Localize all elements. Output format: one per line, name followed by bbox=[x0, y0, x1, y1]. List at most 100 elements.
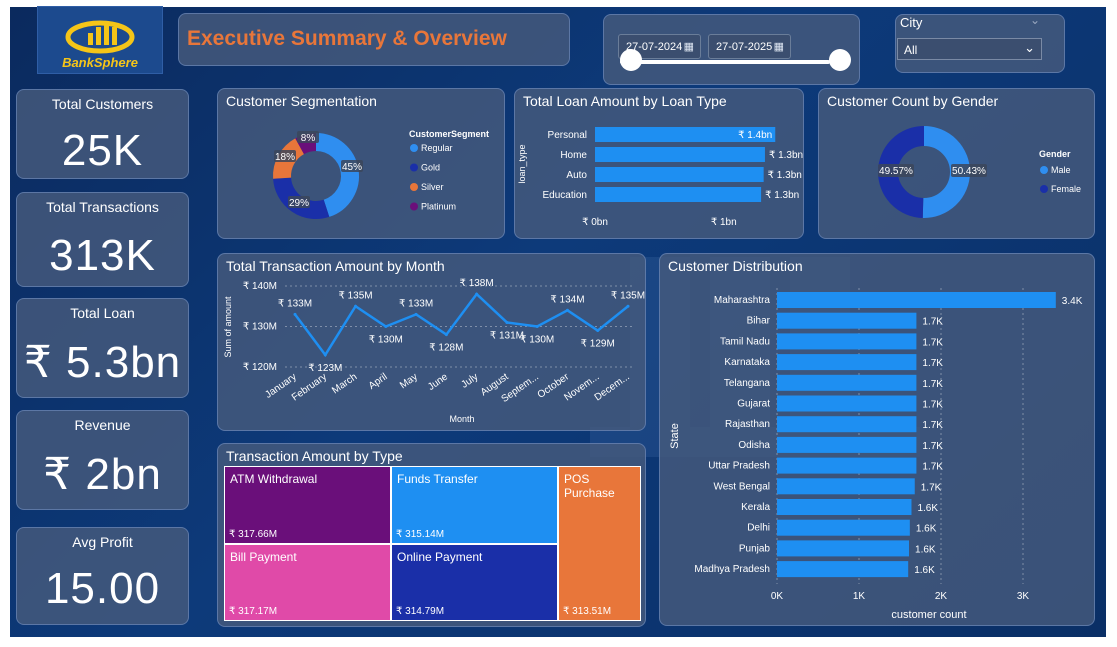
legend-entry: Female bbox=[1051, 184, 1081, 194]
gender-donut-chart: 50.43% 49.57% Gender Male Female bbox=[878, 126, 1081, 218]
treemap-cell[interactable]: ATM Withdrawal ₹ 317.66M bbox=[224, 466, 391, 544]
date-slider-start-handle[interactable] bbox=[620, 49, 642, 71]
data-label: ₹ 1.3bn bbox=[765, 190, 799, 201]
bar bbox=[777, 561, 909, 578]
kpi-total-customers: Total Customers 25K bbox=[16, 89, 189, 179]
bar bbox=[777, 478, 915, 495]
city-label: City bbox=[900, 15, 923, 30]
category-label: West Bengal bbox=[713, 481, 770, 492]
data-label: ₹ 123M bbox=[308, 363, 342, 374]
data-label: 50.43% bbox=[952, 166, 986, 177]
kpi-title: Revenue bbox=[74, 417, 131, 433]
data-point bbox=[293, 312, 297, 316]
category-label: Delhi bbox=[747, 523, 770, 534]
data-label: ₹ 135M bbox=[611, 290, 645, 301]
data-point bbox=[626, 304, 630, 308]
data-label: ₹ 1.3bn bbox=[768, 170, 802, 181]
bar bbox=[777, 333, 917, 350]
date-slider-end-handle[interactable] bbox=[829, 49, 851, 71]
city-dropdown[interactable]: All ⌄ bbox=[897, 38, 1042, 60]
data-label: 1.7K bbox=[922, 420, 943, 431]
bar bbox=[595, 167, 764, 182]
calendar-icon[interactable]: ▦ bbox=[774, 40, 784, 53]
data-label: 49.57% bbox=[879, 166, 913, 177]
customer-segmentation-card: Customer Segmentation 45% 29% 18% 8% Custome… bbox=[217, 88, 505, 239]
data-label: 45% bbox=[342, 162, 362, 173]
treemap-cell[interactable]: POS Purchase ₹ 313.51M bbox=[558, 466, 641, 621]
kpi-value: ₹ 5.3bn bbox=[23, 338, 182, 387]
data-label: ₹ 129M bbox=[581, 339, 615, 350]
chevron-down-icon[interactable]: ⌄ bbox=[1024, 40, 1035, 56]
data-label: ₹ 130M bbox=[369, 335, 403, 346]
data-label: 3.4K bbox=[1062, 296, 1083, 307]
donut-slice bbox=[315, 133, 359, 217]
kpi-value: 25K bbox=[61, 126, 144, 175]
segmentation-donut-chart: 45% 29% 18% 8% CustomerSegment Regular Gold Sil… bbox=[273, 129, 489, 219]
treemap-cell[interactable]: Bill Payment ₹ 317.17M bbox=[224, 543, 391, 621]
category-label: Odisha bbox=[738, 440, 770, 451]
category-label: Madhya Pradesh bbox=[694, 564, 770, 575]
treemap-cell[interactable]: Online Payment ₹ 314.79M bbox=[391, 543, 558, 621]
chevron-down-icon[interactable]: ⌄ bbox=[1030, 13, 1040, 27]
brand-logo: BankSphere bbox=[37, 6, 163, 74]
treemap-value: ₹ 317.66M bbox=[229, 528, 278, 540]
data-point bbox=[475, 292, 479, 296]
data-label: ₹ 138M bbox=[460, 278, 494, 289]
legend-marker bbox=[410, 202, 418, 211]
data-label: ₹ 135M bbox=[338, 290, 372, 301]
treemap-label: POS Purchase bbox=[564, 472, 615, 500]
date-range-slicer: 27-07-2024 ▦ 27-07-2025 ▦ bbox=[603, 14, 860, 85]
data-point bbox=[596, 329, 600, 333]
axis-label: State bbox=[669, 423, 681, 449]
data-label: 1.7K bbox=[922, 358, 943, 369]
data-label: 1.7K bbox=[922, 441, 943, 452]
bar bbox=[777, 292, 1056, 308]
treemap-value: ₹ 317.17M bbox=[229, 605, 278, 617]
transaction-type-treemap: ATM Withdrawal ₹ 317.66M Bill Payment ₹ 317… bbox=[224, 466, 641, 621]
kpi-value: 15.00 bbox=[44, 564, 161, 613]
data-label: ₹ 1.3bn bbox=[769, 150, 803, 161]
tick-label: ₹ 140M bbox=[243, 281, 277, 292]
bar bbox=[777, 519, 910, 536]
bar bbox=[777, 312, 917, 329]
data-label: ₹ 1.4bn bbox=[738, 130, 772, 141]
legend-entry: Platinum bbox=[421, 202, 456, 212]
customer-distribution-card: Customer Distribution 0K 1K 2K 3K Maharashtr… bbox=[659, 253, 1095, 626]
data-label: 8% bbox=[301, 133, 316, 144]
category-label: Auto bbox=[566, 170, 587, 181]
kpi-title: Total Loan bbox=[70, 305, 135, 321]
category-label: Education bbox=[543, 190, 587, 201]
data-label: 18% bbox=[275, 152, 295, 163]
treemap-cell[interactable]: Funds Transfer ₹ 315.14M bbox=[391, 466, 558, 544]
loan-type-bar-chart: loan_type Personal ₹ 1.4bn Home ₹ 1.3bn Auto ₹… bbox=[517, 127, 803, 228]
data-point bbox=[444, 333, 448, 337]
legend-marker bbox=[1040, 166, 1048, 174]
data-point bbox=[565, 308, 569, 312]
kpi-total-loan: Total Loan ₹ 5.3bn bbox=[16, 298, 189, 398]
data-label: ₹ 130M bbox=[520, 335, 554, 346]
data-label: 1.6K bbox=[916, 524, 937, 535]
calendar-icon[interactable]: ▦ bbox=[684, 40, 694, 53]
data-point bbox=[535, 325, 539, 328]
data-label: 29% bbox=[289, 198, 309, 209]
data-label: 1.6K bbox=[915, 544, 936, 555]
loan-type-card: Total Loan Amount by Loan Type loan_type… bbox=[514, 88, 804, 239]
tick-label: June bbox=[426, 371, 450, 393]
kpi-title: Total Customers bbox=[51, 96, 154, 112]
category-label: Personal bbox=[548, 130, 587, 141]
data-label: 1.7K bbox=[922, 337, 943, 348]
legend-entry: Silver bbox=[421, 182, 444, 192]
category-label: Rajasthan bbox=[725, 419, 770, 430]
legend-marker bbox=[410, 163, 418, 172]
tick-label: ₹ 1bn bbox=[711, 217, 737, 228]
legend-title: Gender bbox=[1039, 149, 1071, 159]
kpi-total-transactions: Total Transactions 313K bbox=[16, 192, 189, 287]
axis-label: customer count bbox=[891, 609, 966, 621]
kpi-value: 313K bbox=[49, 231, 156, 280]
bar bbox=[777, 540, 910, 557]
data-point bbox=[354, 304, 358, 308]
date-end-field[interactable]: 27-07-2025 ▦ bbox=[708, 34, 791, 59]
date-slider-track[interactable] bbox=[620, 60, 830, 64]
bar bbox=[777, 436, 917, 453]
date-end-value: 27-07-2025 bbox=[716, 41, 773, 53]
